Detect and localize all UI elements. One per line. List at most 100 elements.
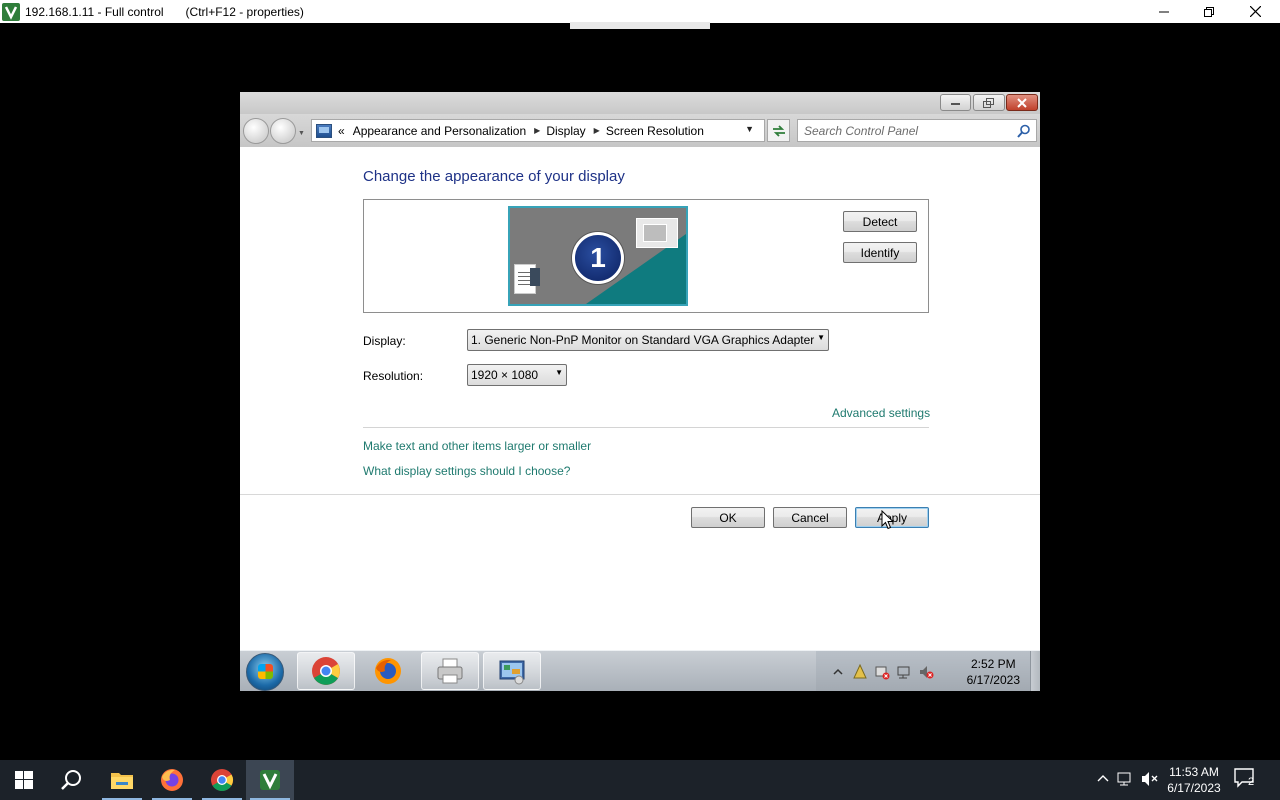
restore-icon xyxy=(1204,6,1214,17)
remote-app-icon xyxy=(2,2,20,21)
network-icon[interactable] xyxy=(896,664,912,680)
identify-button[interactable]: Identify xyxy=(843,242,917,263)
advanced-settings-link[interactable]: Advanced settings xyxy=(832,406,930,420)
text-size-link[interactable]: Make text and other items larger or smal… xyxy=(363,439,591,453)
display-select-value: 1. Generic Non-PnP Monitor on Standard V… xyxy=(471,333,815,347)
maximize-button[interactable] xyxy=(973,94,1005,111)
notification-center-button[interactable]: 2 xyxy=(1234,768,1264,792)
recent-pages-icon[interactable]: ▼ xyxy=(298,130,305,137)
chevron-down-icon[interactable]: ▼ xyxy=(745,124,754,134)
close-icon xyxy=(1017,97,1027,108)
outer-restore-button[interactable] xyxy=(1186,0,1232,23)
display-help-link[interactable]: What display settings should I choose? xyxy=(363,464,570,478)
start-orb-button[interactable] xyxy=(246,653,284,691)
restore-icon xyxy=(983,97,994,108)
outer-window-title: 192.168.1.11 - Full control xyxy=(25,4,164,19)
host-file-explorer-button[interactable] xyxy=(98,760,146,800)
host-clock-date: 6/17/2023 xyxy=(1167,781,1221,795)
ok-button[interactable]: OK xyxy=(691,507,765,528)
outer-minimize-button[interactable] xyxy=(1141,0,1187,23)
minimize-button[interactable] xyxy=(940,94,971,111)
notification-count-badge: 2 xyxy=(1248,776,1255,788)
outer-close-button[interactable] xyxy=(1232,0,1278,23)
printer-icon xyxy=(437,658,463,684)
remote-clock-time: 2:52 PM xyxy=(970,657,1016,671)
dialog-button-bar: OK Cancel Apply xyxy=(240,494,1040,650)
host-clock-time: 11:53 AM xyxy=(1169,765,1219,779)
system-tray: 2:52 PM 6/17/2023 xyxy=(816,651,1040,691)
mouse-cursor-icon xyxy=(881,510,895,530)
remote-toolbar-handle[interactable] xyxy=(570,22,710,29)
search-icon xyxy=(61,770,81,790)
search-icon[interactable] xyxy=(1017,124,1031,138)
outer-window-hint: (Ctrl+F12 - properties) xyxy=(185,4,304,19)
refresh-icon xyxy=(772,124,785,137)
chevron-down-icon: ▼ xyxy=(555,368,563,377)
minimize-icon xyxy=(950,102,960,105)
tile-icon xyxy=(530,268,540,286)
monitor-preview[interactable]: 1 xyxy=(508,206,688,306)
display-select[interactable]: 1. Generic Non-PnP Monitor on Standard V… xyxy=(467,329,829,351)
close-icon xyxy=(1249,6,1261,17)
volume-muted-icon[interactable] xyxy=(1141,771,1159,787)
breadcrumb-appearance[interactable]: Appearance and Personalization xyxy=(353,124,526,138)
firefox-icon xyxy=(161,769,183,791)
control-panel-icon xyxy=(316,123,332,138)
breadcrumb-display[interactable]: Display xyxy=(546,124,585,138)
show-desktop-button[interactable] xyxy=(1030,651,1040,691)
resolution-label: Resolution: xyxy=(363,369,424,383)
cancel-button[interactable]: Cancel xyxy=(773,507,847,528)
remote-clock-date: 6/17/2023 xyxy=(966,673,1020,687)
host-taskbar: 11:53 AM 6/17/2023 2 xyxy=(0,760,1280,800)
host-clock[interactable]: 11:53 AM 6/17/2023 xyxy=(1160,764,1228,796)
chevron-right-icon[interactable]: ▶ xyxy=(534,126,540,135)
action-center-icon[interactable] xyxy=(852,664,868,680)
show-hidden-icons-icon[interactable] xyxy=(1096,772,1110,786)
breadcrumb-overflow[interactable]: « xyxy=(338,124,345,138)
firefox-icon xyxy=(375,658,401,684)
remote-taskbar: 2:52 PM 6/17/2023 xyxy=(240,650,1040,691)
divider xyxy=(363,427,929,428)
address-bar[interactable]: « Appearance and Personalization ▶ Displ… xyxy=(311,119,765,142)
host-chrome-button[interactable] xyxy=(198,760,246,800)
host-remote-control-button[interactable] xyxy=(246,760,294,800)
host-search-button[interactable] xyxy=(48,760,96,800)
forward-button[interactable] xyxy=(270,118,296,144)
minimize-icon xyxy=(1159,11,1169,12)
taskbar-chrome-button[interactable] xyxy=(297,652,355,690)
windows-logo-icon xyxy=(15,771,33,789)
volume-muted-icon[interactable] xyxy=(918,664,934,680)
host-firefox-button[interactable] xyxy=(148,760,196,800)
show-hidden-icons-icon[interactable] xyxy=(830,664,846,680)
search-box[interactable] xyxy=(797,119,1037,142)
display-label: Display: xyxy=(363,334,406,348)
folder-icon xyxy=(111,773,133,789)
navigation-toolbar: ▼ « Appearance and Personalization ▶ Dis… xyxy=(240,114,1040,147)
taskbar-firefox-button[interactable] xyxy=(359,652,417,690)
search-input[interactable] xyxy=(798,120,1010,141)
chrome-icon xyxy=(211,769,233,791)
close-button[interactable] xyxy=(1006,94,1038,111)
breadcrumb-screen-resolution[interactable]: Screen Resolution xyxy=(606,124,704,138)
outer-titlebar: 192.168.1.11 - Full control (Ctrl+F12 - … xyxy=(0,0,1280,23)
network-error-icon[interactable] xyxy=(874,664,890,680)
window-titlebar[interactable] xyxy=(240,92,1040,114)
refresh-button[interactable] xyxy=(767,119,790,142)
chevron-down-icon: ▼ xyxy=(817,333,825,342)
back-button[interactable] xyxy=(243,118,269,144)
resolution-select-value: 1920 × 1080 xyxy=(471,368,539,382)
remote-app-icon xyxy=(260,770,280,790)
remote-desktop[interactable]: ▼ « Appearance and Personalization ▶ Dis… xyxy=(240,92,1040,691)
remote-clock[interactable]: 2:52 PM 6/17/2023 xyxy=(967,656,1020,688)
chevron-right-icon[interactable]: ▶ xyxy=(594,126,600,135)
network-icon[interactable] xyxy=(1117,771,1135,787)
chrome-icon xyxy=(312,657,340,685)
monitor-arrangement-panel: 1 Detect Identify xyxy=(363,199,929,313)
taskbar-printer-button[interactable] xyxy=(421,652,479,690)
monitor-number-badge: 1 xyxy=(572,232,624,284)
taskbar-control-panel-button[interactable] xyxy=(483,652,541,690)
resolution-select[interactable]: 1920 × 1080 ▼ xyxy=(467,364,567,386)
host-start-button[interactable] xyxy=(0,760,48,800)
detect-button[interactable]: Detect xyxy=(843,211,917,232)
control-panel-icon xyxy=(499,660,525,685)
